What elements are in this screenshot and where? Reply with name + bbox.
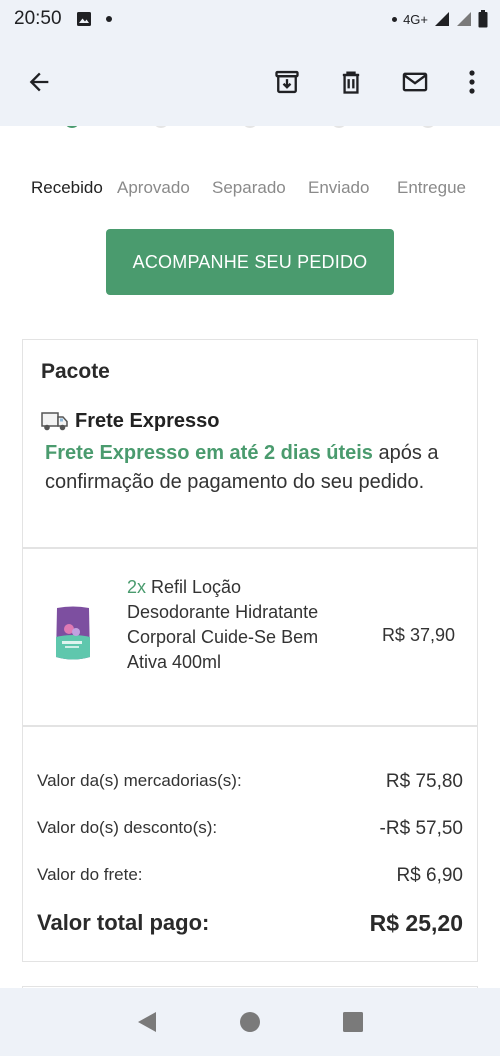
- shipping-cost-label: Valor do frete:: [37, 865, 143, 884]
- item-price: R$ 37,90: [381, 625, 455, 645]
- merchandise-row: Valor da(s) mercadorias(s): R$ 75,80: [37, 771, 463, 793]
- image-notification-icon: [76, 12, 91, 26]
- nav-back-button[interactable]: [136, 1010, 158, 1034]
- archive-button[interactable]: [270, 65, 304, 99]
- total-paid-row: Valor total pago: R$ 25,20: [37, 910, 463, 937]
- nav-recents-button[interactable]: [342, 1011, 364, 1033]
- order-step-labels: Recebido Aprovado Separado Enviado Entre…: [0, 178, 500, 202]
- order-progress: [0, 126, 500, 132]
- step-label-recebido: Recebido: [31, 178, 103, 197]
- step-label-entregue: Entregue: [397, 178, 466, 197]
- shipping-highlight: Frete Expresso em até 2 dias úteis: [45, 442, 373, 464]
- notification-dot-icon: [105, 16, 112, 22]
- discount-label: Valor do(s) desconto(s):: [37, 818, 218, 837]
- package-title: Pacote: [41, 360, 110, 383]
- back-button[interactable]: [22, 65, 56, 99]
- system-nav-bar: [0, 988, 500, 1056]
- nav-home-button[interactable]: [239, 1011, 261, 1033]
- delete-icon: [342, 71, 360, 94]
- mark-unread-button[interactable]: [398, 65, 432, 99]
- step-dot-aprovado: [153, 126, 169, 128]
- package-card: Pacote Frete Expresso Frete Expresso em …: [22, 339, 478, 548]
- delete-button[interactable]: [334, 65, 368, 99]
- shipping-header: Frete Expresso: [41, 410, 459, 433]
- status-bar: 20:50 4G+: [0, 0, 500, 38]
- discount-row: Valor do(s) desconto(s): -R$ 57,50: [37, 818, 463, 840]
- item-quantity: 2x: [127, 577, 147, 597]
- shipping-title: Frete Expresso: [75, 410, 220, 432]
- merchandise-label: Valor da(s) mercadorias(s):: [37, 771, 242, 790]
- more-vert-icon: [469, 70, 475, 94]
- delivery-truck-icon: [41, 411, 68, 430]
- battery-icon: [478, 10, 488, 28]
- signal-secondary-icon: [457, 12, 471, 26]
- item-name: Refil Loção Desodorante Hidratante Corpo…: [127, 577, 319, 672]
- step-dot-separado: [242, 126, 258, 128]
- app-bar: [0, 38, 500, 126]
- shipping-description: Frete Expresso em até 2 dias úteis após …: [41, 439, 459, 497]
- signal-icon: [435, 12, 449, 26]
- discount-value: -R$ 57,50: [379, 818, 463, 839]
- total-paid-value: R$ 25,20: [369, 910, 463, 936]
- step-label-aprovado: Aprovado: [117, 178, 190, 197]
- status-dot-icon: [392, 16, 398, 22]
- order-item-card: 2x Refil Loção Desodorante Hidratante Co…: [22, 548, 478, 726]
- item-description: 2x Refil Loção Desodorante Hidratante Co…: [127, 575, 337, 675]
- shipping-cost-value: R$ 6,90: [396, 865, 463, 886]
- step-dot-enviado: [331, 126, 347, 128]
- archive-icon: [275, 70, 299, 94]
- back-arrow-icon: [29, 72, 49, 92]
- shipping-cost-row: Valor do frete: R$ 6,90: [37, 865, 463, 887]
- step-dot-recebido: [64, 126, 80, 128]
- track-order-button[interactable]: ACOMPANHE SEU PEDIDO: [106, 229, 394, 295]
- network-type: 4G+: [403, 11, 428, 27]
- email-body[interactable]: Recebido Aprovado Separado Enviado Entre…: [0, 126, 500, 988]
- step-label-enviado: Enviado: [308, 178, 370, 197]
- order-totals-card: Valor da(s) mercadorias(s): R$ 75,80 Val…: [22, 726, 478, 962]
- mail-icon: [402, 72, 428, 92]
- product-image: [56, 606, 90, 660]
- step-dot-entregue: [420, 126, 436, 128]
- total-paid-label: Valor total pago:: [37, 910, 210, 935]
- more-options-button[interactable]: [462, 65, 482, 99]
- step-label-separado: Separado: [212, 178, 286, 197]
- merchandise-value: R$ 75,80: [385, 771, 463, 792]
- status-time: 20:50: [14, 8, 62, 29]
